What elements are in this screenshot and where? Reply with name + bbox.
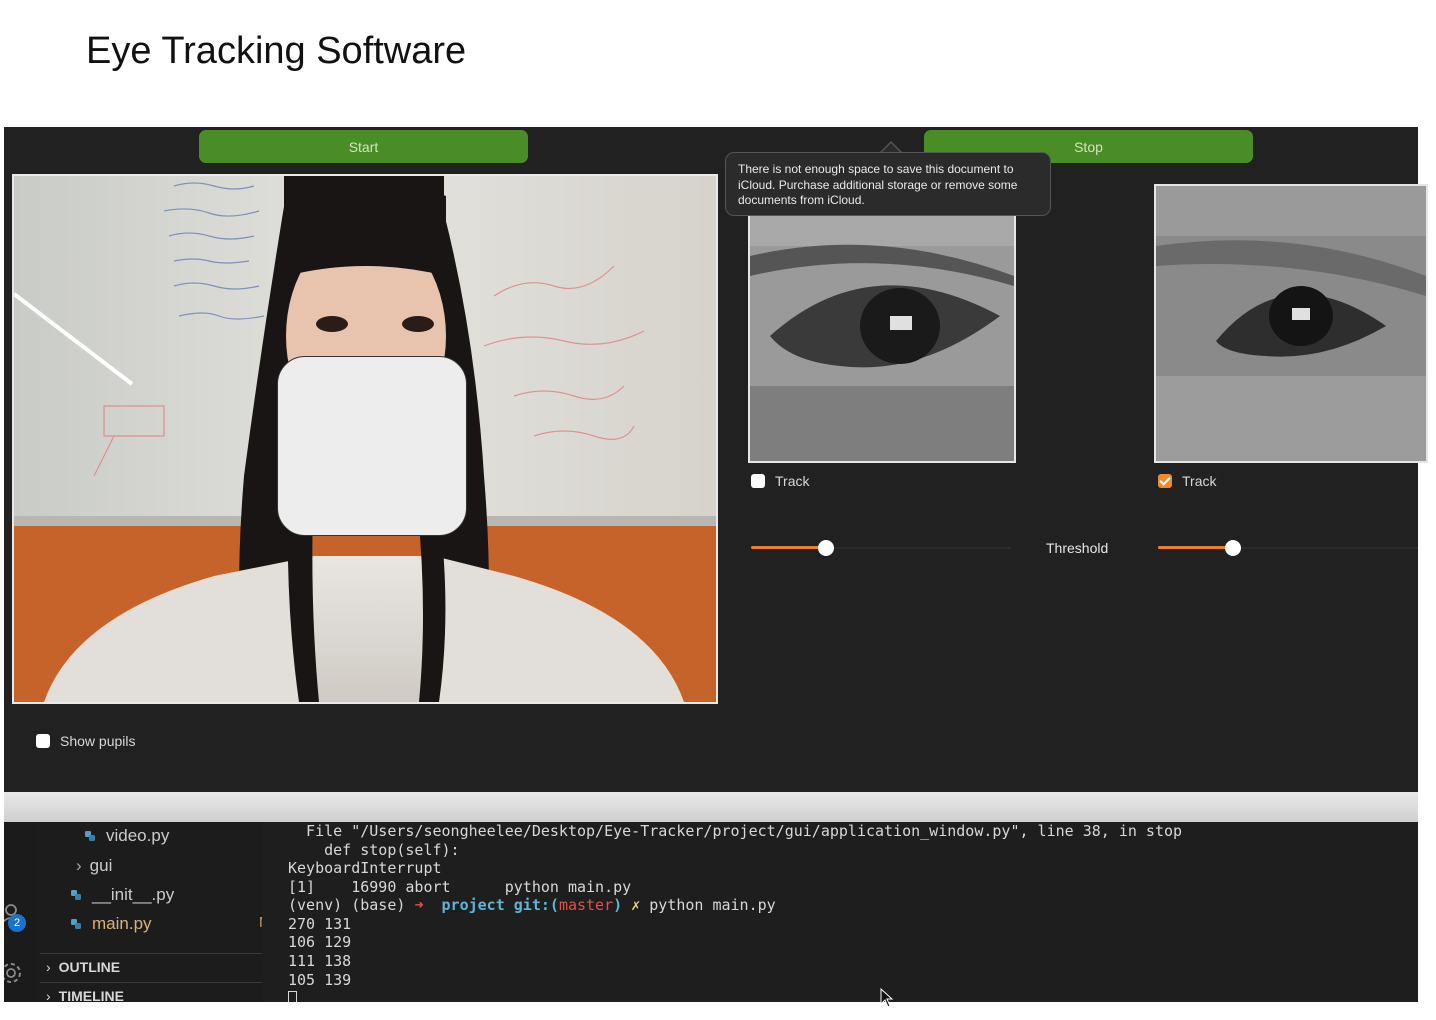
left-eye-image: [750, 186, 1014, 461]
terminal-prompt: (venv) (base) ➜ project git:(master) ✗ p…: [288, 896, 776, 914]
terminal-cursor[interactable]: [288, 989, 297, 1002]
code-editor: 2 video.py › gui __init__.py main.py M ›…: [4, 822, 1418, 1002]
left-eye-frame: [748, 184, 1016, 463]
prompt-branch: master: [558, 896, 614, 914]
prompt-dirty-icon: ✗: [631, 896, 641, 914]
terminal-line: def stop(self):: [288, 841, 460, 859]
slider-fill: [751, 546, 826, 549]
eye-tracker-window: Start Stop There is not enough space to …: [4, 127, 1428, 792]
terminal-line: File "/Users/seongheelee/Desktop/Eye-Tra…: [288, 822, 1183, 840]
threshold-label: Threshold: [1046, 540, 1109, 556]
explorer-item-label: __init__.py: [92, 885, 175, 904]
right-threshold-slider[interactable]: [1158, 540, 1418, 556]
slider-fill: [1158, 546, 1233, 549]
prompt-env: (venv) (base): [288, 896, 406, 914]
chevron-right-icon: ›: [76, 856, 82, 875]
prompt-dir: project: [441, 896, 505, 914]
explorer-item-label: main.py: [92, 914, 152, 933]
page-title: Eye Tracking Software: [86, 30, 467, 72]
explorer-item-main[interactable]: main.py: [70, 914, 152, 934]
notification-badge: 2: [8, 914, 26, 932]
chevron-right-icon: ›: [46, 988, 51, 1002]
terminal-line: KeyboardInterrupt: [288, 859, 442, 877]
terminal-line: [1] 16990 abort python main.py: [288, 878, 632, 896]
terminal-line: 106 129: [288, 933, 352, 951]
explorer-item-label: video.py: [106, 826, 170, 845]
right-track-row[interactable]: Track: [1158, 473, 1216, 489]
terminal-line: 270 131: [288, 915, 352, 933]
start-button[interactable]: Start: [199, 130, 528, 163]
left-track-row[interactable]: Track: [751, 473, 809, 489]
face-redaction-box: [277, 356, 467, 536]
gear-icon[interactable]: [4, 960, 24, 986]
timeline-section[interactable]: › TIMELINE: [46, 988, 124, 1002]
left-track-checkbox[interactable]: [751, 474, 765, 488]
cursor-block: [288, 990, 297, 1002]
outline-label: OUTLINE: [58, 959, 121, 975]
icloud-storage-tooltip: There is not enough space to save this d…: [725, 152, 1051, 216]
prompt-command: python main.py: [649, 896, 776, 914]
right-eye-image: [1156, 186, 1426, 461]
prompt-git-close: ): [613, 896, 623, 914]
left-track-label: Track: [775, 473, 810, 489]
terminal-panel[interactable]: File "/Users/seongheelee/Desktop/Eye-Tra…: [262, 822, 1418, 1002]
window-divider-bar: [4, 792, 1418, 822]
terminal-line: 111 138: [288, 952, 352, 970]
explorer-separator: [40, 982, 262, 983]
explorer-item-video[interactable]: video.py: [84, 826, 169, 846]
explorer-item-init[interactable]: __init__.py: [70, 885, 174, 905]
terminal-line: 105 139: [288, 971, 352, 989]
prompt-arrow-icon: ➜: [414, 896, 424, 914]
python-file-icon: [85, 831, 95, 841]
left-threshold-slider[interactable]: [751, 540, 1011, 556]
right-track-label: Track: [1182, 473, 1217, 489]
chevron-right-icon: ›: [46, 959, 51, 975]
show-pupils-row[interactable]: Show pupils: [36, 733, 136, 749]
prompt-git: git:(: [513, 896, 559, 914]
right-track-checkbox[interactable]: [1158, 474, 1172, 488]
outline-section[interactable]: › OUTLINE: [46, 959, 120, 975]
file-explorer: video.py › gui __init__.py main.py M: [36, 822, 272, 1002]
activity-bar: 2: [4, 822, 36, 1002]
show-pupils-checkbox[interactable]: [36, 734, 50, 748]
explorer-item-label: gui: [89, 856, 113, 875]
mouse-pointer-icon: [880, 988, 894, 1008]
explorer-folder-gui[interactable]: › gui: [76, 856, 112, 876]
slider-knob[interactable]: [1225, 540, 1241, 556]
python-file-icon: [71, 890, 81, 900]
camera-feed: [12, 174, 718, 704]
tooltip-arrow-inner: [881, 142, 901, 153]
show-pupils-label: Show pupils: [60, 733, 136, 749]
slider-knob[interactable]: [818, 540, 834, 556]
explorer-separator: [40, 953, 262, 954]
timeline-label: TIMELINE: [58, 988, 125, 1002]
python-file-icon: [71, 919, 81, 929]
right-eye-frame: [1154, 184, 1428, 463]
